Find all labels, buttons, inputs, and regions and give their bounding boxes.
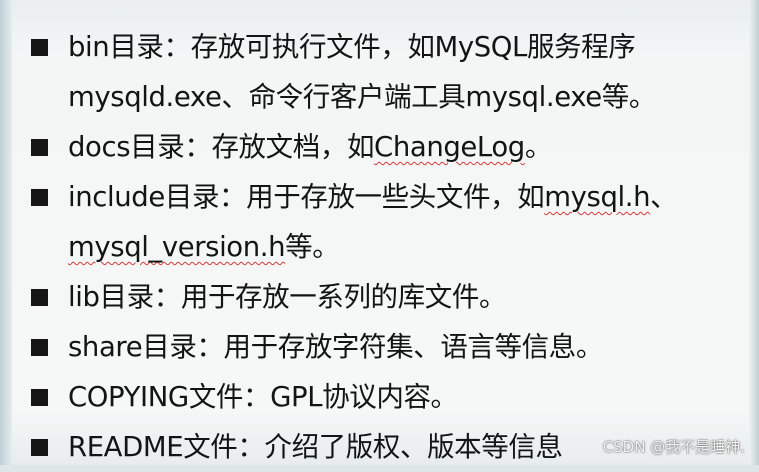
item-text: 目录：用于存放一系列的库文件。 xyxy=(99,281,507,313)
square-bullet-icon xyxy=(31,439,48,456)
item-keyword: share xyxy=(68,331,143,363)
item-text-line2: mysqld.exe、命令行客户端工具mysql.exe等。 xyxy=(68,81,656,113)
item-keyword: README xyxy=(68,431,184,463)
item-keyword: docs xyxy=(68,131,131,163)
list-item-share: share目录：用于存放字符集、语言等信息。 xyxy=(28,322,743,372)
item-filename: mysql.h xyxy=(544,181,651,213)
list-item-copying: COPYING文件：GPL协议内容。 xyxy=(28,372,743,422)
slide: bin目录：存放可执行文件，如MySQL服务程序 mysqld.exe、命令行客… xyxy=(0,0,759,465)
list-item-docs: docs目录：存放文档，如ChangeLog。 xyxy=(28,122,743,172)
item-text: 文件：介绍了版权、版本等信息 xyxy=(183,431,563,463)
square-bullet-icon xyxy=(31,339,48,356)
item-tail: 、 xyxy=(650,181,678,213)
list-item-bin: bin目录：存放可执行文件，如MySQL服务程序 xyxy=(28,22,743,72)
square-bullet-icon xyxy=(31,289,48,306)
watermark: CSDN @我不是睡神. xyxy=(602,438,745,456)
item-keyword: include xyxy=(68,181,165,213)
list-item-include-continued: mysql_version.h等。 xyxy=(28,222,743,272)
list-item-bin-continued: mysqld.exe、命令行客户端工具mysql.exe等。 xyxy=(28,72,743,122)
bullet-list: bin目录：存放可执行文件，如MySQL服务程序 mysqld.exe、命令行客… xyxy=(28,22,743,472)
item-filename: mysql_version.h xyxy=(68,231,286,263)
list-item-lib: lib目录：用于存放一系列的库文件。 xyxy=(28,272,743,322)
list-item-include: include目录：用于存放一些头文件，如mysql.h、 xyxy=(28,172,743,222)
item-text: 目录：存放可执行文件，如MySQL服务程序 xyxy=(109,31,636,63)
item-keyword: bin xyxy=(68,31,110,63)
square-bullet-icon xyxy=(31,189,48,206)
item-filename: ChangeLog xyxy=(374,131,525,163)
frame-right-border xyxy=(749,0,759,465)
square-bullet-icon xyxy=(31,139,48,156)
item-text: 目录：用于存放一些头文件，如 xyxy=(164,181,545,213)
item-text: 目录：用于存放字符集、语言等信息。 xyxy=(142,331,603,363)
item-text: 文件：GPL协议内容。 xyxy=(188,381,458,413)
square-bullet-icon xyxy=(31,39,48,56)
item-keyword: COPYING xyxy=(68,381,189,413)
item-keyword: lib xyxy=(68,281,100,313)
item-tail: 。 xyxy=(524,131,553,163)
square-bullet-icon xyxy=(31,389,48,406)
item-text: 目录：存放文档，如 xyxy=(130,131,375,163)
frame-left-border xyxy=(0,0,12,465)
item-tail: 等。 xyxy=(285,231,340,263)
